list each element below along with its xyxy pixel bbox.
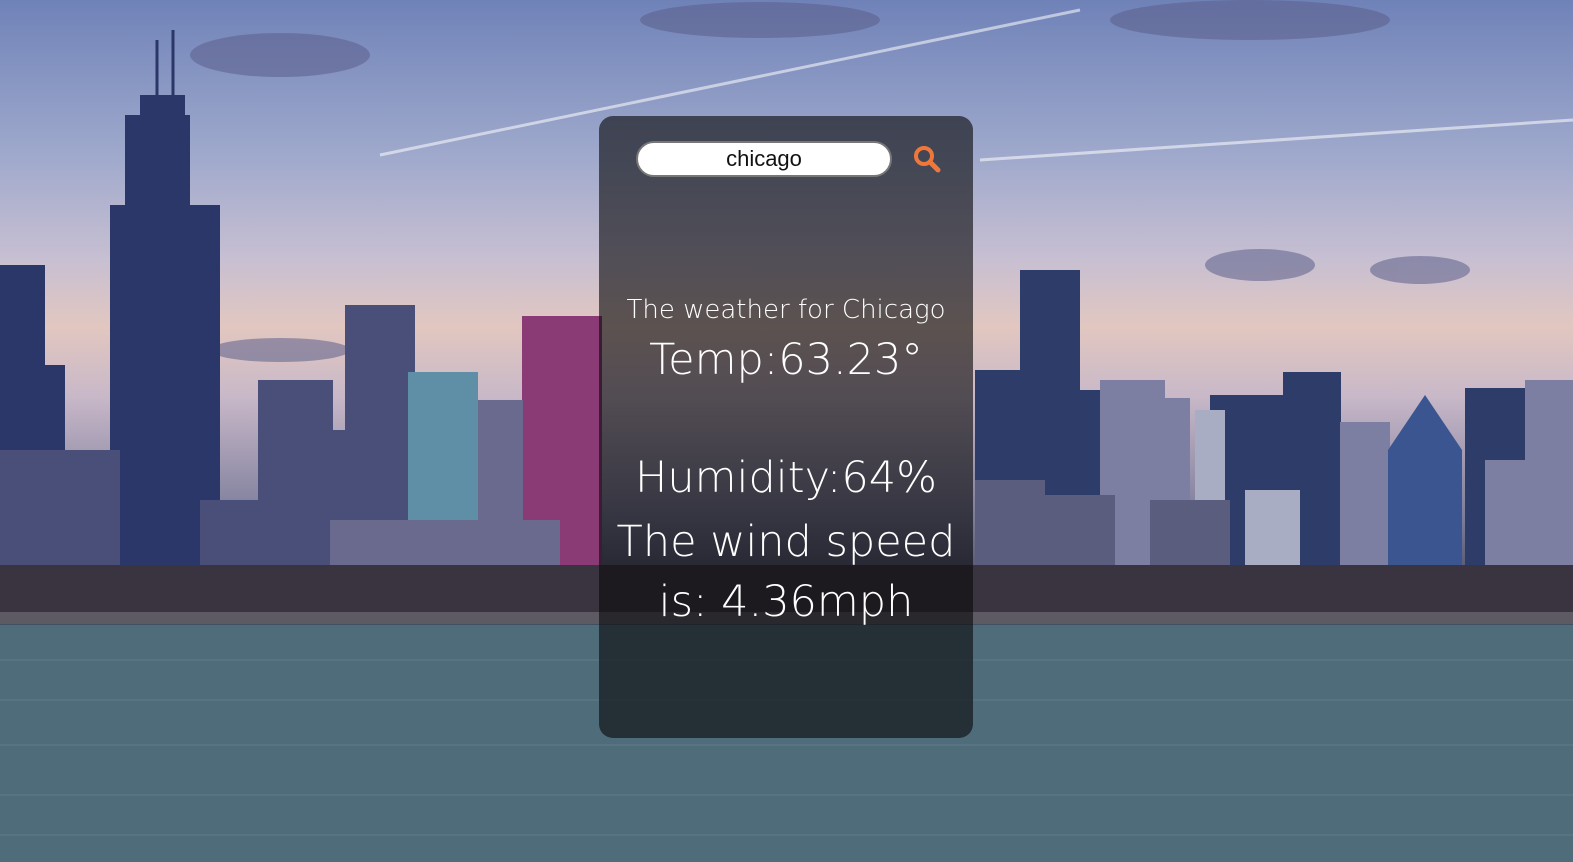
search-bar [636, 141, 946, 179]
city-heading: The weather for Chicago [626, 295, 946, 325]
city-search-input[interactable] [636, 141, 892, 177]
wind-speed-value: The wind speed is: 4.36mph [616, 517, 956, 627]
search-button[interactable] [910, 143, 944, 177]
temperature-value: Temp:63.23° [649, 335, 923, 385]
search-icon [914, 145, 941, 172]
humidity-value: Humidity:64% [635, 453, 937, 503]
weather-card: The weather for Chicago Temp:63.23° Humi… [599, 116, 973, 738]
